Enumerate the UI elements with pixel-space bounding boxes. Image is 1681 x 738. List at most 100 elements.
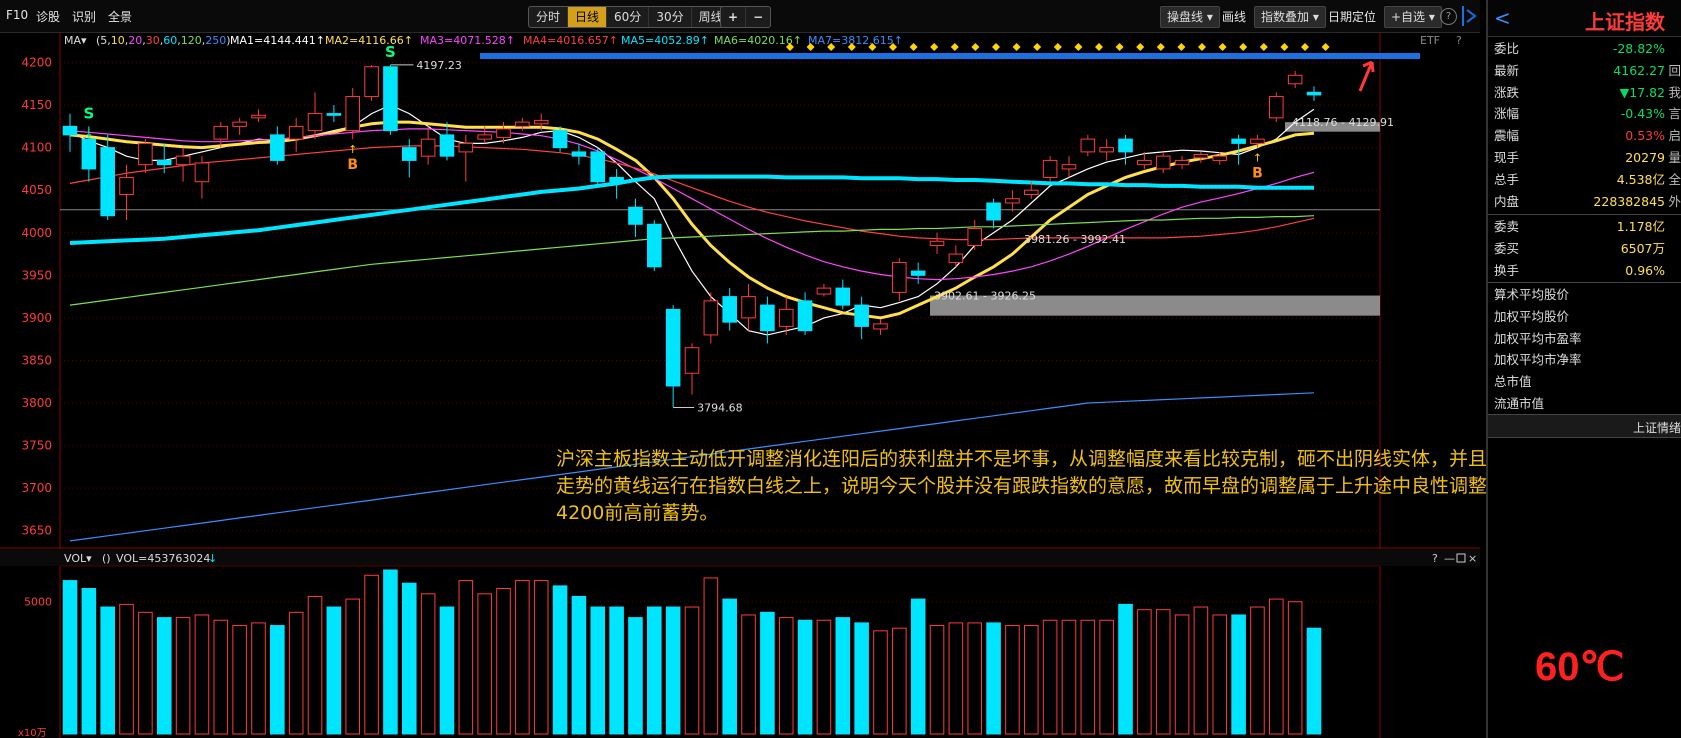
red-arrow-icon (1358, 60, 1375, 92)
candle-body (854, 304, 869, 327)
candle-body (778, 308, 794, 327)
candle (1269, 92, 1284, 123)
stat-row-label: 总市值 (1494, 374, 1532, 390)
tab-intraday[interactable]: 分时 (529, 7, 569, 27)
volume-bar (119, 603, 134, 735)
volume-bar (1061, 619, 1077, 735)
candle (703, 292, 719, 344)
index-overlay-dropdown[interactable]: 指数叠加 ▾ (1254, 6, 1326, 28)
diamond-marker (930, 43, 939, 51)
order-row-value: 1.178亿 (1616, 219, 1665, 234)
panel-collapse-icon[interactable] (1462, 6, 1478, 26)
volume-settings-icon: ? (1432, 552, 1438, 565)
quote-row: 震幅 0.53% 启 (1488, 125, 1681, 146)
diamond-marker (909, 43, 918, 51)
candle-body (797, 300, 813, 332)
quote-row-value: 228382845 (1593, 193, 1665, 209)
tab-daily[interactable]: 日线 (568, 7, 608, 27)
diamond-marker (1218, 43, 1227, 51)
order-row-value: 0.96% (1625, 262, 1665, 278)
legend-help-icon[interactable]: ? (1456, 34, 1462, 47)
y-tick-label: 3850 (21, 353, 52, 367)
candle (138, 139, 153, 174)
back-icon[interactable]: < (1494, 6, 1511, 30)
candle (647, 220, 662, 272)
price-label: 3902.61 - 3926.25 (934, 290, 1036, 303)
diamond-marker (1301, 43, 1309, 51)
help-icon[interactable]: ? (1440, 8, 1457, 25)
identify-button[interactable]: 识别 (72, 8, 96, 25)
candle (835, 279, 851, 310)
volume-bar (628, 617, 643, 735)
volume-bar (515, 580, 530, 735)
diamond-marker (950, 43, 959, 51)
quote-row: 涨幅 -0.43% 言 (1488, 103, 1681, 124)
volume-header-bg (0, 549, 1480, 566)
candle-body (609, 176, 624, 183)
panorama-button[interactable]: 全景 (108, 8, 132, 25)
candle (1080, 134, 1096, 157)
candle-body (1287, 74, 1303, 85)
candle-body (533, 119, 549, 125)
volume-bar (383, 569, 398, 735)
volume-bar (1155, 609, 1171, 735)
quote-row: 涨跌 ▼17.82 我 (1488, 82, 1681, 103)
price-label: 3981.26 - 3992.41 (1024, 233, 1126, 246)
candle (948, 245, 964, 267)
candle-body (420, 138, 436, 157)
candle-body (1155, 155, 1171, 170)
candle (232, 117, 247, 135)
volume-bar (1137, 609, 1152, 735)
candle-body (288, 125, 304, 140)
candle-body (401, 147, 417, 161)
diamond-marker (1198, 43, 1206, 51)
candle (420, 126, 436, 165)
candle-body (1212, 155, 1228, 161)
diagnose-button[interactable]: 诊股 (36, 8, 60, 25)
volume-bar (100, 606, 115, 735)
index-title: 上证指数 (1585, 10, 1665, 34)
tab-60min[interactable]: 60分 (607, 7, 650, 27)
y-tick-label: 3900 (21, 311, 52, 325)
ma-legend-label[interactable]: MA▾ (64, 34, 87, 47)
ma-legend-item: MA3=4071.528↑ (420, 34, 515, 47)
quote-row-extra: 全 (1668, 171, 1681, 187)
diamond-marker (1053, 43, 1062, 51)
y-tick-label: 4150 (21, 98, 52, 112)
volume-bar (590, 606, 606, 735)
candle-body (1250, 138, 1265, 144)
volume-bar (1306, 627, 1322, 735)
draw-line-button[interactable]: 画线 (1222, 8, 1246, 25)
etf-label[interactable]: ETF (1420, 34, 1440, 47)
volume-bar (1269, 598, 1284, 735)
add-watchlist-dropdown[interactable]: +自选 ▾ (1384, 6, 1442, 28)
ma-param-120: 120 (181, 34, 202, 47)
candle (1155, 151, 1171, 174)
volume-close-icon: × (1468, 552, 1477, 565)
candle (1306, 86, 1322, 101)
diamond-marker (1012, 43, 1021, 51)
candle-body (628, 206, 643, 225)
candle (1005, 190, 1020, 212)
volume-bar (439, 606, 455, 735)
date-locate-button[interactable]: 日期定位 (1328, 8, 1376, 25)
candle-body (326, 113, 342, 116)
zoom-out-button[interactable]: − (746, 7, 770, 27)
candle (1118, 134, 1133, 165)
candle (477, 126, 492, 144)
kline-chart[interactable]: 4200 4150 4100 4050 4000 3950 3900 3850 3800 3750… (0, 32, 1480, 738)
candle-body (515, 121, 530, 127)
strategy-line-dropdown[interactable]: 操盘线 ▾ (1160, 6, 1220, 28)
candle-body (138, 142, 153, 166)
y-tick-label: 3950 (21, 268, 52, 282)
quote-row-label: 现手 (1494, 150, 1520, 165)
stats-divider (1488, 282, 1681, 283)
candle-body (1193, 153, 1209, 159)
volume-bar (533, 580, 549, 735)
sentiment-tab[interactable]: 上证情绪 (1488, 414, 1681, 438)
f10-button[interactable]: F10 (6, 8, 28, 22)
zoom-in-button[interactable]: + (721, 7, 747, 27)
tab-30min[interactable]: 30分 (649, 7, 692, 27)
volume-unit-label: x10万 (18, 728, 47, 738)
y-tick-label: 4050 (21, 183, 52, 197)
